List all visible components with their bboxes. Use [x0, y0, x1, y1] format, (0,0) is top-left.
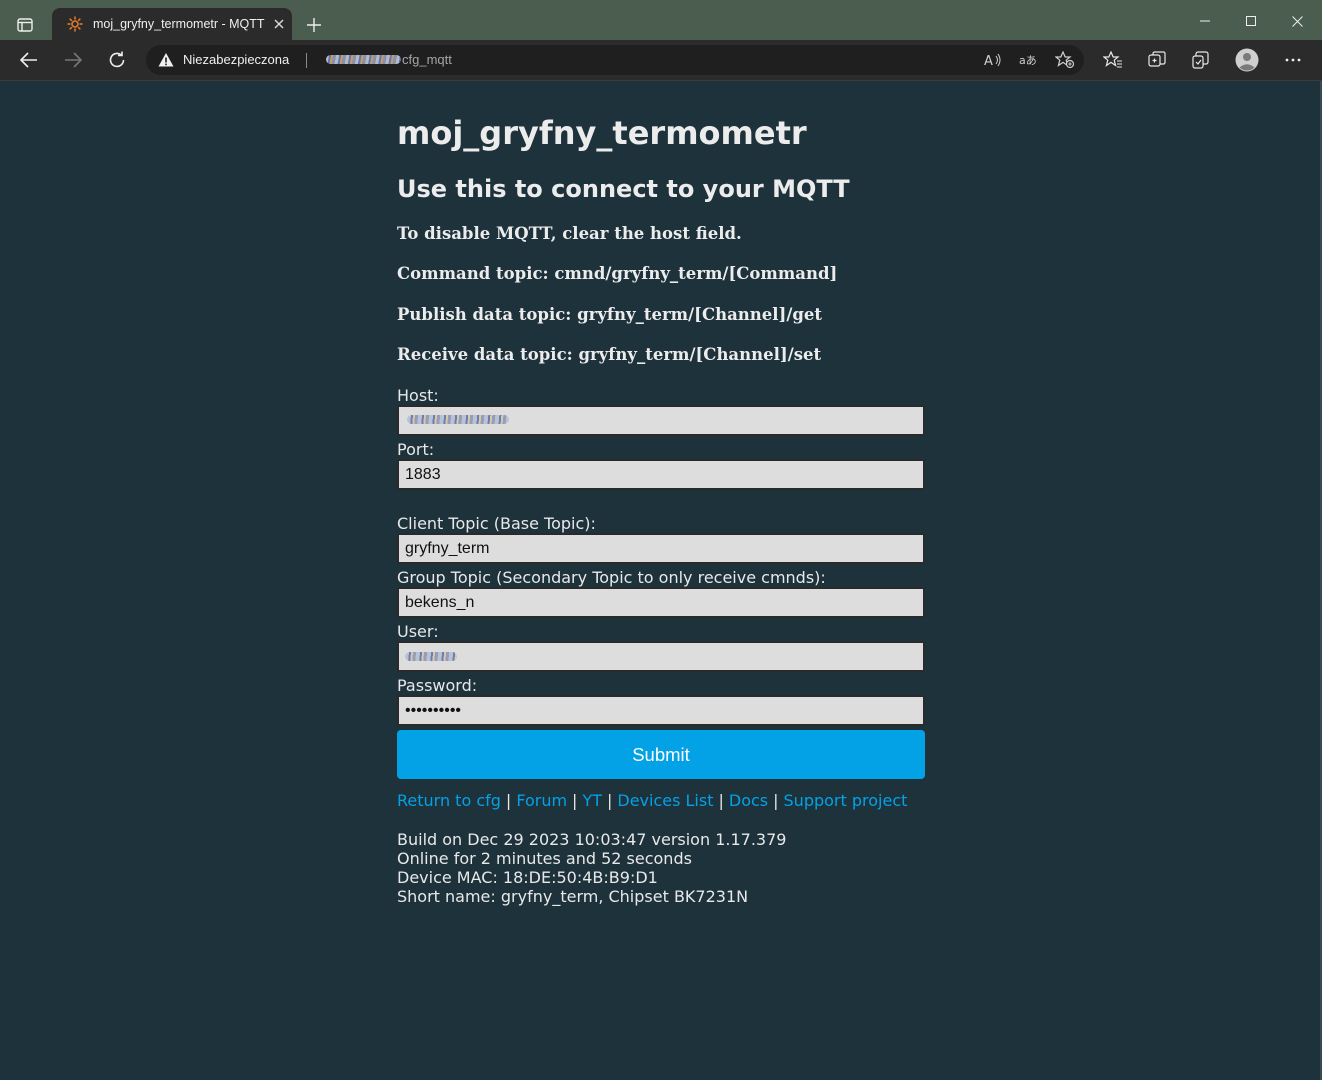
password-input[interactable] [397, 695, 925, 726]
read-aloud-icon[interactable]: A [982, 50, 1004, 70]
link-support-project[interactable]: Support project [784, 791, 908, 810]
port-input[interactable] [397, 459, 925, 490]
link-separator: | [505, 791, 512, 810]
short-name: Short name: gryfny_term, Chipset BK7231N [397, 887, 749, 906]
client-topic-label: Client Topic (Base Topic): [397, 514, 596, 533]
maximize-icon[interactable] [1228, 8, 1274, 34]
close-tab-icon[interactable] [271, 16, 287, 32]
client-topic-input[interactable] [397, 533, 925, 564]
svg-text:aあ: aあ [1019, 54, 1037, 67]
host-value-redacted [407, 415, 509, 424]
user-label: User: [397, 622, 439, 641]
collections-icon[interactable] [1141, 46, 1173, 74]
user-input[interactable] [397, 641, 925, 672]
back-arrow-icon[interactable] [13, 46, 45, 74]
link-forum[interactable]: Forum [516, 791, 567, 810]
add-favorite-icon[interactable] [1054, 50, 1076, 70]
profile-avatar-icon[interactable] [1231, 46, 1263, 74]
page-subtitle: Use this to connect to your MQTT [397, 175, 850, 203]
link-docs[interactable]: Docs [729, 791, 768, 810]
online-time: Online for 2 minutes and 52 seconds [397, 849, 692, 868]
favorites-icon[interactable] [1097, 46, 1129, 74]
info-command-topic: Command topic: cmnd/gryfny_term/[Command… [397, 264, 838, 283]
device-mac: Device MAC: 18:DE:50:4B:B9:D1 [397, 868, 658, 887]
browser-essentials-icon[interactable] [1185, 46, 1217, 74]
address-separator [306, 53, 307, 68]
title-bar: moj_gryfny_termometr - MQTT [0, 0, 1322, 40]
url-host-redacted [326, 55, 401, 64]
build-info: Build on Dec 29 2023 10:03:47 version 1.… [397, 830, 787, 849]
url-path[interactable]: cfg_mqtt [402, 52, 452, 67]
host-label: Host: [397, 386, 439, 405]
link-separator: | [773, 791, 779, 810]
tab-title: moj_gryfny_termometr - MQTT [93, 17, 265, 31]
group-topic-input[interactable] [397, 587, 925, 618]
gear-favicon-icon [66, 15, 84, 33]
nav-links: Return to cfg | Forum | YT | Devices List | Docs… [397, 791, 937, 810]
security-label[interactable]: Niezabezpieczona [183, 52, 289, 67]
link-separator: | [718, 791, 724, 810]
group-topic-label: Group Topic (Secondary Topic to only rec… [397, 568, 826, 587]
info-receive-topic: Receive data topic: gryfny_term/[Channel… [397, 345, 822, 364]
link-separator: | [606, 791, 613, 810]
new-tab-plus-icon[interactable] [303, 14, 325, 36]
page-title: moj_gryfny_termometr [397, 114, 807, 152]
close-window-icon[interactable] [1274, 8, 1320, 34]
address-bar[interactable]: Niezabezpieczona cfg_mqtt A aあ [146, 45, 1084, 75]
forward-arrow-icon[interactable] [57, 46, 89, 74]
link-return-to-cfg[interactable]: Return to cfg [397, 791, 501, 810]
tab-actions-icon[interactable] [12, 13, 38, 37]
warning-triangle-icon[interactable] [158, 52, 174, 68]
browser-toolbar: Niezabezpieczona cfg_mqtt A aあ [0, 40, 1322, 81]
submit-button[interactable]: Submit [397, 730, 925, 779]
svg-text:A: A [984, 54, 993, 68]
reload-icon[interactable] [101, 46, 133, 74]
password-label: Password: [397, 676, 478, 695]
info-disable-mqtt: To disable MQTT, clear the host field. [397, 224, 742, 243]
user-value-redacted [405, 652, 457, 661]
more-dots-icon[interactable] [1277, 46, 1309, 74]
port-label: Port: [397, 440, 435, 459]
tab-active[interactable]: moj_gryfny_termometr - MQTT [52, 8, 292, 40]
link-yt[interactable]: YT [582, 791, 602, 810]
translate-icon[interactable]: aあ [1018, 50, 1040, 70]
minimize-icon[interactable] [1182, 8, 1228, 34]
link-separator: | [572, 791, 578, 810]
link-devices-list[interactable]: Devices List [617, 791, 713, 810]
device-info-footer: Build on Dec 29 2023 10:03:47 version 1.… [397, 830, 786, 906]
info-publish-topic: Publish data topic: gryfny_term/[Channel… [397, 305, 823, 324]
